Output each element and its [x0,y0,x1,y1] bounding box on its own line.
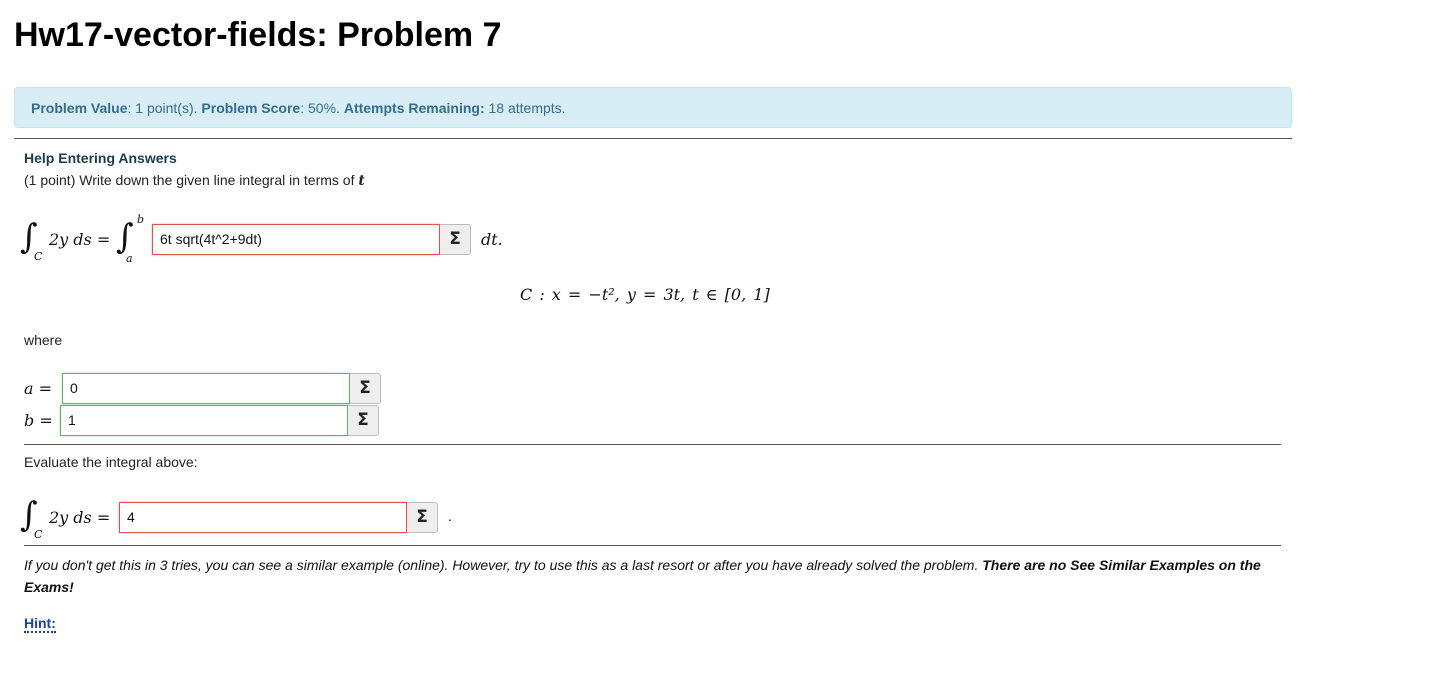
similar-example-note: If you don't get this in 3 tries, you ca… [24,554,1274,598]
period-mark: . [448,508,452,524]
statement-variable: t [358,173,365,189]
attempts-remaining-text: 18 attempts. [484,100,566,116]
problem-statement: (1 point) Write down the given line inte… [24,172,365,189]
curve-subscript: C [34,250,43,263]
equation-editor-button-integrand[interactable]: Σ [440,224,471,255]
integrand-evaluate: 2y ds = [49,508,111,527]
curve-subscript-2: C [34,528,43,541]
hint-link[interactable]: Hint: [24,615,56,633]
problem-info-bar: Problem Value: 1 point(s). Problem Score… [14,87,1292,128]
lower-limit-answer-input[interactable]: 0 [62,373,350,404]
integral-sign-lhs: ∫ [20,217,38,257]
integrand-lhs: 2y ds = [49,230,111,249]
integral-value-input[interactable]: 4 [119,502,407,533]
problem-value-text: : 1 point(s). [127,100,202,116]
statement-text: (1 point) Write down the given line inte… [24,172,355,188]
equation-editor-button-b[interactable]: Σ [348,405,379,436]
problem-value-label: Problem Value [31,100,128,116]
dt-label: dt. [481,230,503,249]
integrand-answer-input[interactable]: 6t sqrt(4t^2+9dt) [152,224,440,255]
attempts-remaining-label: Attempts Remaining: [343,100,485,116]
bottom-divider [24,545,1281,546]
b-label: b = [24,411,53,430]
upper-limit-answer-input[interactable]: 1 [60,405,348,436]
where-label: where [24,332,63,348]
page-title: Hw17-vector-fields: Problem 7 [14,16,502,54]
problem-score-text: : 50%. [300,100,344,116]
top-divider [14,138,1292,139]
similar-example-text: If you don't get this in 3 tries, you ca… [24,557,983,573]
a-label: a = [24,379,53,398]
problem-score-label: Problem Score [201,100,301,116]
equation-editor-button-a[interactable]: Σ [350,373,381,404]
equation-editor-button-evaluate[interactable]: Σ [407,502,438,533]
upper-limit: b [137,213,145,226]
middle-divider [24,444,1281,445]
curve-definition: C : x = −t², y = 3t, t ∈ [0, 1] [520,285,770,304]
lower-limit: a [126,252,133,265]
help-entering-answers-link[interactable]: Help Entering Answers [24,150,177,166]
evaluate-label: Evaluate the integral above: [24,454,198,470]
integral-sign-evaluate: ∫ [20,495,38,535]
integral-sign-rhs: ∫ [116,217,134,257]
